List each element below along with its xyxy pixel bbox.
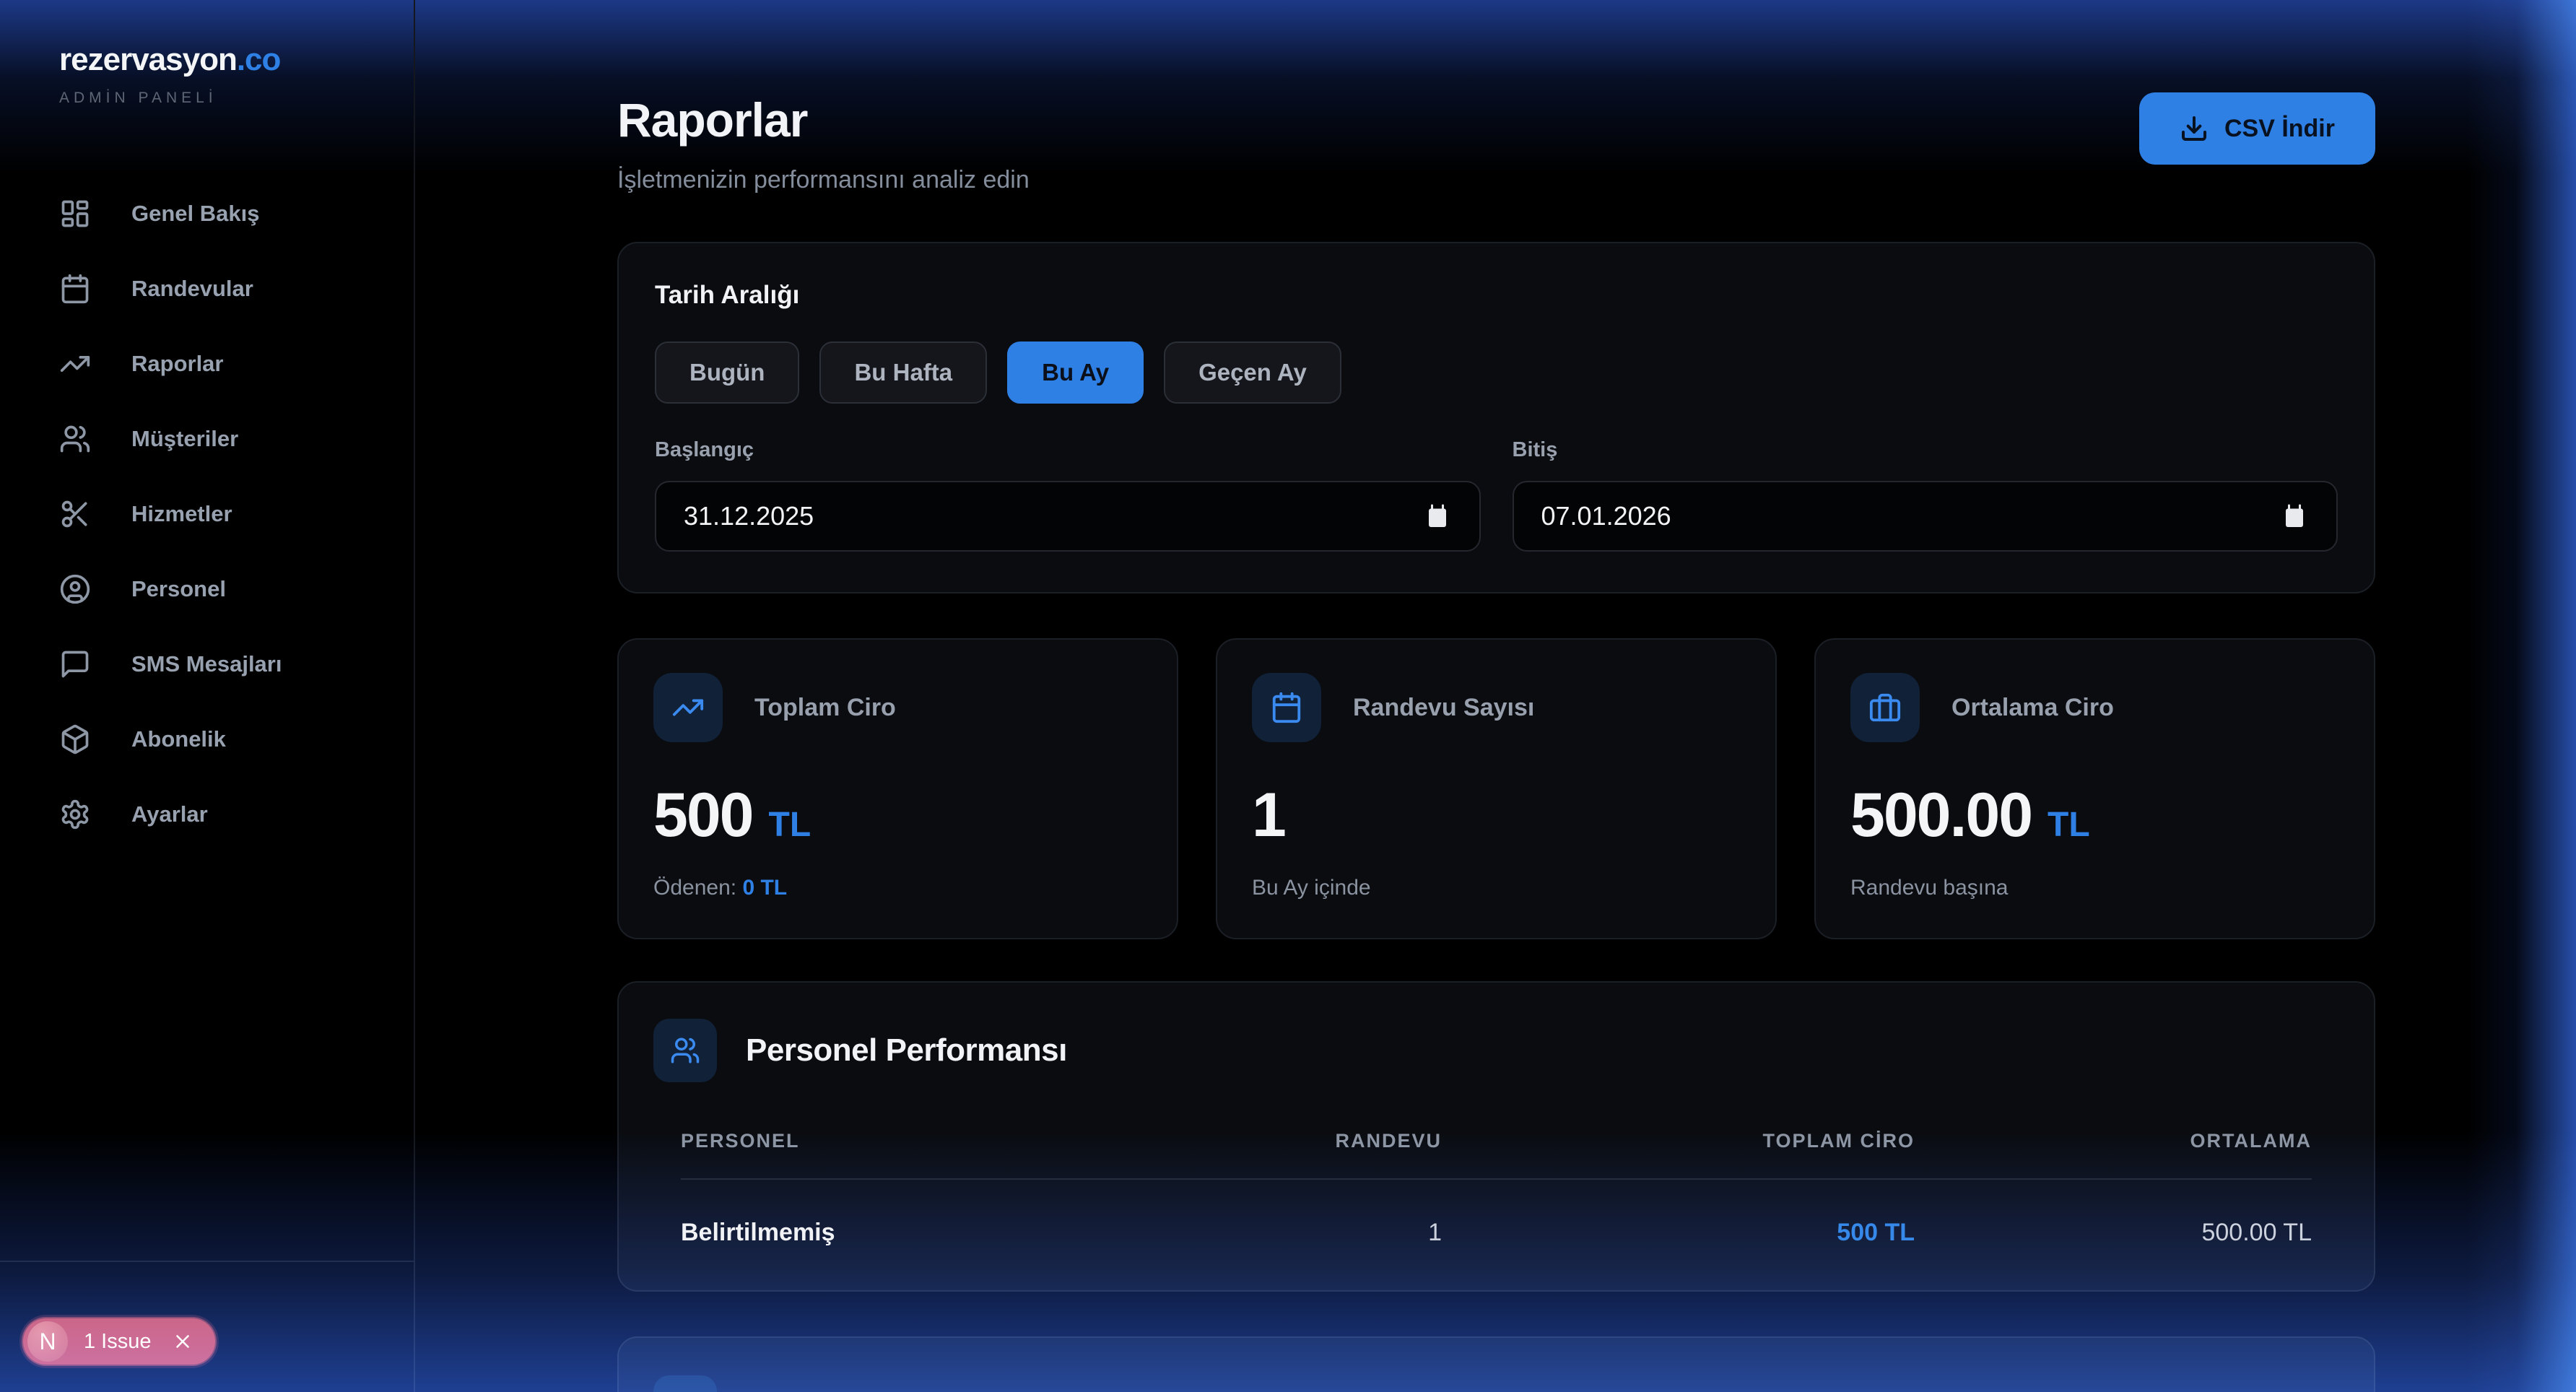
date-preset-row: Bugün Bu Hafta Bu Ay Geçen Ay [655, 342, 2338, 404]
stats-row: Toplam Ciro 500 TL Ödenen: 0 TL Randevu … [617, 638, 2375, 939]
preset-bu-hafta-button[interactable]: Bu Hafta [819, 342, 987, 404]
sidebar-item-randevular[interactable]: Randevular [59, 266, 414, 312]
sidebar-item-sms-mesajlari[interactable]: SMS Mesajları [59, 641, 414, 687]
preset-bu-ay-button[interactable]: Bu Ay [1007, 342, 1144, 404]
sidebar-item-personel[interactable]: Personel [59, 566, 414, 612]
stat-subtext: Ödenen: 0 TL [653, 876, 1142, 900]
trending-up-icon [59, 348, 91, 380]
sidebar-item-abonelik[interactable]: Abonelik [59, 716, 414, 762]
sidebar-item-label: Genel Bakış [131, 201, 259, 227]
start-date-label: Başlangıç [655, 438, 1481, 462]
service-popularity-card: Hizmet Popülaritesi [617, 1336, 2375, 1392]
staff-performance-card: Personel Performansı PERSONEL RANDEVU TO… [617, 981, 2375, 1292]
end-date-value: 07.01.2026 [1541, 501, 1671, 531]
end-date-field: Bitiş 07.01.2026 [1513, 438, 2338, 552]
users-icon [653, 1019, 717, 1082]
stat-label: Toplam Ciro [754, 694, 896, 722]
sidebar-item-label: Raporlar [131, 351, 223, 377]
stat-label: Ortalama Ciro [1951, 694, 2114, 722]
start-date-value: 31.12.2025 [684, 501, 814, 531]
brand-tld: .co [237, 42, 281, 77]
sidebar-item-label: Personel [131, 576, 226, 602]
briefcase-icon [1850, 673, 1920, 742]
nextjs-logo-icon: N [27, 1321, 68, 1362]
stat-unit: TL [769, 805, 811, 845]
cell-total-revenue: 500 TL [1442, 1219, 1915, 1247]
stat-value: 1 [1252, 780, 1285, 851]
sidebar-item-hizmetler[interactable]: Hizmetler [59, 491, 414, 537]
sidebar-item-ayarlar[interactable]: Ayarlar [59, 791, 414, 838]
dev-issue-badge[interactable]: N 1 Issue [22, 1317, 217, 1366]
message-square-icon [59, 648, 91, 680]
close-icon[interactable] [172, 1331, 193, 1352]
staff-performance-table: PERSONEL RANDEVU TOPLAM CİRO ORTALAMA Be… [653, 1130, 2339, 1247]
stat-subtext-prefix: Ödenen: [653, 876, 736, 900]
start-date-input[interactable]: 31.12.2025 [655, 481, 1481, 552]
stat-unit: TL [2048, 805, 2090, 845]
stat-subtext: Randevu başına [1850, 876, 2339, 900]
column-header-ortalama: ORTALAMA [1915, 1130, 2312, 1152]
start-date-field: Başlangıç 31.12.2025 [655, 438, 1481, 552]
column-header-personel: PERSONEL [681, 1130, 1113, 1152]
stat-value: 500.00 [1850, 780, 2032, 851]
end-date-label: Bitiş [1513, 438, 2338, 462]
preset-gecen-ay-button[interactable]: Geçen Ay [1164, 342, 1341, 404]
sidebar-item-label: Ayarlar [131, 801, 208, 827]
column-header-randevu: RANDEVU [1113, 1130, 1442, 1152]
date-range-card: Tarih Aralığı Bugün Bu Hafta Bu Ay Geçen… [617, 242, 2375, 593]
sidebar-item-label: Müşteriler [131, 426, 238, 452]
sidebar: rezervasyon.co ADMİN PANELİ Genel Bakış … [0, 0, 415, 1392]
calendar-picker-icon[interactable] [2281, 503, 2307, 529]
stat-value: 500 [653, 780, 753, 851]
brand-subtitle: ADMİN PANELİ [59, 90, 414, 107]
dashboard-icon [59, 198, 91, 230]
csv-button-label: CSV İndir [2224, 115, 2335, 143]
briefcase-icon [653, 1375, 717, 1392]
users-icon [59, 423, 91, 455]
cell-appointments: 1 [1113, 1219, 1442, 1247]
sidebar-item-label: Hizmetler [131, 501, 232, 527]
page-subtitle: İşletmenizin performansını analiz edin [617, 166, 1030, 194]
sidebar-item-genel-bakis[interactable]: Genel Bakış [59, 191, 414, 237]
csv-download-button[interactable]: CSV İndir [2139, 92, 2375, 165]
issue-count-label: 1 Issue [84, 1330, 152, 1354]
cell-staff-name: Belirtilmemiş [681, 1219, 1113, 1247]
stat-subtext: Bu Ay içinde [1252, 876, 1741, 900]
column-header-toplam-ciro: TOPLAM CİRO [1442, 1130, 1915, 1152]
sidebar-item-label: Abonelik [131, 726, 226, 752]
sidebar-divider [0, 1261, 414, 1262]
stat-card-randevu-sayisi: Randevu Sayısı 1 Bu Ay içinde [1216, 638, 1777, 939]
brand-name: rezervasyon [59, 42, 237, 77]
scissors-icon [59, 498, 91, 530]
download-icon [2180, 114, 2209, 143]
sidebar-item-musteriler[interactable]: Müşteriler [59, 416, 414, 462]
stat-card-ortalama-ciro: Ortalama Ciro 500.00 TL Randevu başına [1814, 638, 2375, 939]
sidebar-nav: Genel Bakış Randevular Raporlar Müşteril… [59, 191, 414, 838]
gear-icon [59, 799, 91, 830]
table-header-row: PERSONEL RANDEVU TOPLAM CİRO ORTALAMA [681, 1130, 2312, 1180]
table-row: Belirtilmemiş 1 500 TL 500.00 TL [681, 1180, 2312, 1247]
stat-card-toplam-ciro: Toplam Ciro 500 TL Ödenen: 0 TL [617, 638, 1178, 939]
brand-logo: rezervasyon.co [59, 42, 414, 78]
preset-bugun-button[interactable]: Bugün [655, 342, 799, 404]
end-date-input[interactable]: 07.01.2026 [1513, 481, 2338, 552]
date-range-title: Tarih Aralığı [655, 281, 2338, 310]
calendar-icon [59, 273, 91, 305]
calendar-icon [1252, 673, 1321, 742]
page-header: Raporlar İşletmenizin performansını anal… [617, 92, 2375, 194]
user-circle-icon [59, 573, 91, 605]
cell-average: 500.00 TL [1915, 1219, 2312, 1247]
sidebar-item-label: SMS Mesajları [131, 651, 282, 677]
package-icon [59, 723, 91, 755]
calendar-picker-icon[interactable] [1424, 503, 1450, 529]
sidebar-item-label: Randevular [131, 276, 253, 302]
sidebar-item-raporlar[interactable]: Raporlar [59, 341, 414, 387]
page-title: Raporlar [617, 92, 1030, 147]
main-content: Raporlar İşletmenizin performansını anal… [415, 0, 2576, 1392]
stat-subtext-accent: 0 TL [742, 876, 787, 900]
stat-label: Randevu Sayısı [1353, 694, 1534, 722]
staff-performance-title: Personel Performansı [746, 1032, 1067, 1069]
service-popularity-title: Hizmet Popülaritesi [746, 1389, 1034, 1392]
trending-up-icon [653, 673, 723, 742]
